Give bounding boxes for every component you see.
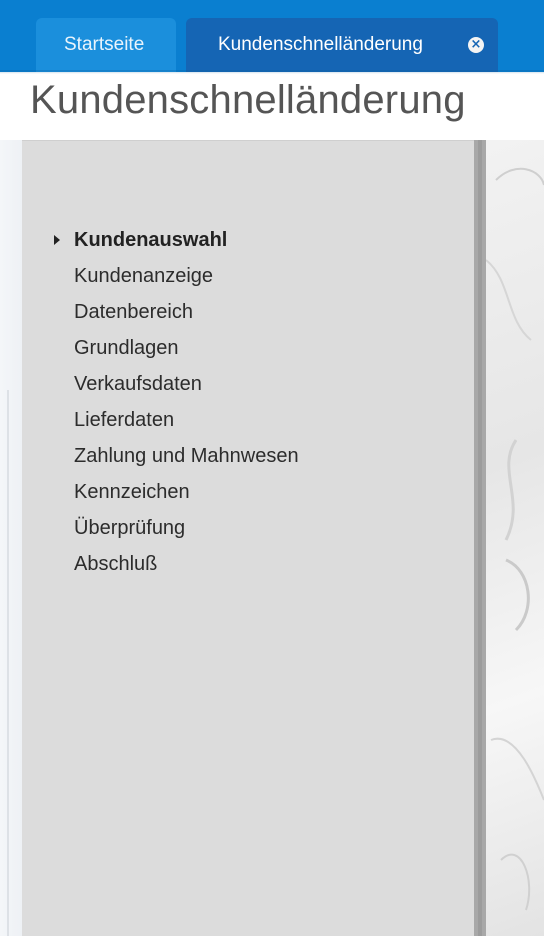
nav-item-grundlagen[interactable]: Grundlagen	[52, 331, 299, 367]
nav-item-label: Grundlagen	[74, 337, 179, 359]
nav-item-abschluss[interactable]: Abschluß	[52, 547, 299, 583]
nav-item-verkaufsdaten[interactable]: Verkaufsdaten	[52, 367, 299, 403]
nav-item-kundenanzeige[interactable]: Kundenanzeige	[52, 259, 299, 295]
app-window: Startseite Kundenschnelländerung × Kunde…	[0, 0, 544, 936]
decorative-swirl-graphic	[486, 167, 544, 911]
nav-item-kundenauswahl[interactable]: Kundenauswahl	[52, 223, 299, 259]
tab-kundenschnellaenderung[interactable]: Kundenschnelländerung ×	[186, 18, 498, 72]
nav-item-lieferdaten[interactable]: Lieferdaten	[52, 403, 299, 439]
wizard-step-list: Kundenauswahl Kundenanzeige Datenbereich…	[52, 223, 299, 583]
panel-splitter-line	[478, 140, 482, 936]
page-title: Kundenschnelländerung	[30, 78, 466, 122]
decorative-background	[486, 140, 544, 936]
nav-item-datenbereich[interactable]: Datenbereich	[52, 295, 299, 331]
nav-item-label: Verkaufsdaten	[74, 373, 202, 395]
nav-item-label: Abschluß	[74, 553, 158, 575]
left-divider	[7, 390, 9, 936]
nav-item-label: Lieferdaten	[74, 409, 175, 431]
nav-item-label: Zahlung und Mahnwesen	[74, 445, 299, 467]
triangle-right-icon	[54, 235, 60, 245]
nav-item-kennzeichen[interactable]: Kennzeichen	[52, 475, 299, 511]
nav-item-ueberpruefung[interactable]: Überprüfung	[52, 511, 299, 547]
tab-bar: Startseite Kundenschnelländerung ×	[0, 0, 544, 72]
tab-label: Kundenschnelländerung	[218, 34, 423, 55]
nav-item-zahlung-und-mahnwesen[interactable]: Zahlung und Mahnwesen	[52, 439, 299, 475]
tab-bar-shadow	[0, 70, 544, 74]
tab-startseite[interactable]: Startseite	[36, 18, 176, 72]
close-icon[interactable]: ×	[468, 37, 484, 53]
left-background	[0, 140, 22, 936]
nav-item-label: Kundenanzeige	[74, 265, 214, 287]
tab-label: Startseite	[64, 34, 145, 55]
nav-item-label: Kundenauswahl	[74, 229, 228, 251]
nav-item-label: Kennzeichen	[74, 481, 190, 503]
nav-item-label: Datenbereich	[74, 301, 193, 323]
nav-item-label: Überprüfung	[74, 517, 186, 539]
